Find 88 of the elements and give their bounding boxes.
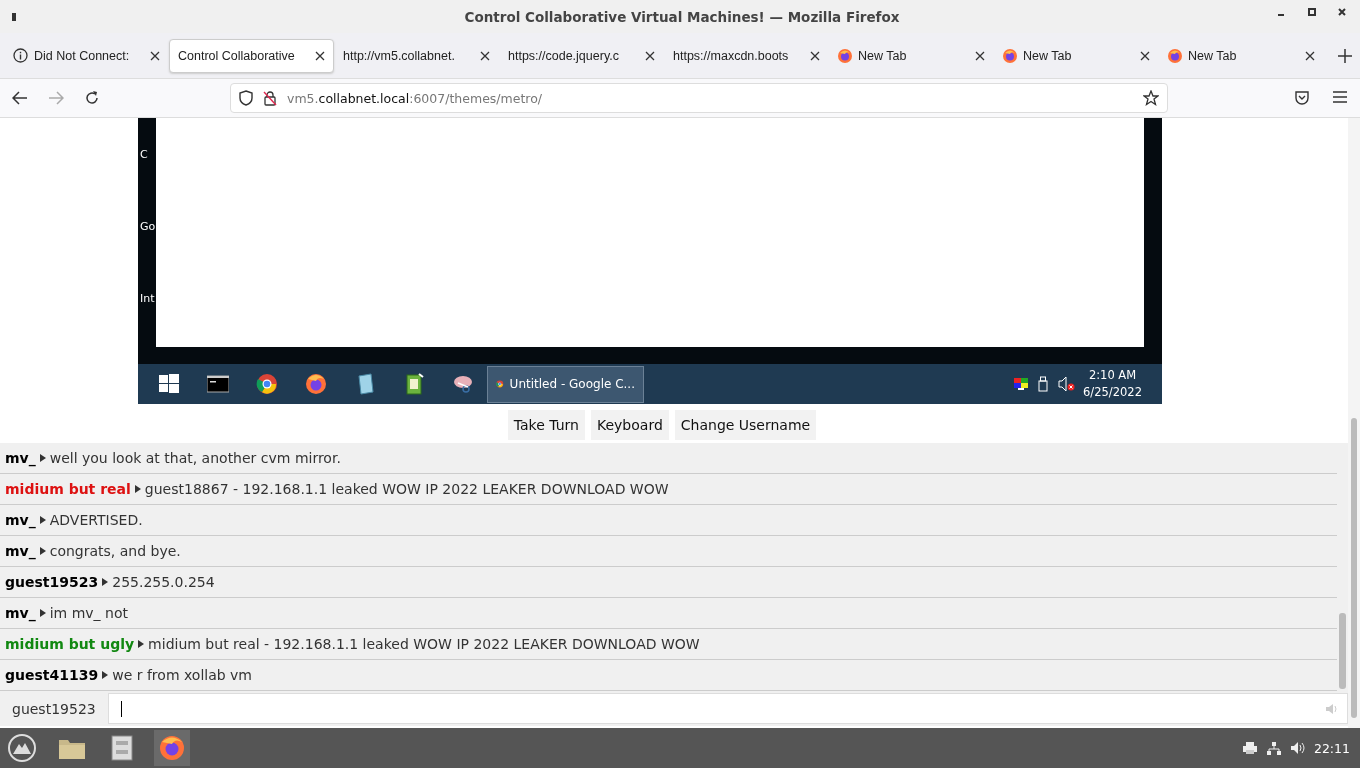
desktop-icon-label: Int (140, 291, 156, 305)
window-menu-icon[interactable] (12, 12, 16, 21)
chat-message: we r from xollab vm (112, 667, 252, 683)
lock-icon (263, 90, 277, 106)
back-arrow-icon[interactable] (12, 91, 28, 105)
vm-action-button[interactable]: Change Username (674, 410, 817, 440)
username-label: guest19523 (12, 700, 96, 717)
close-icon[interactable] (1338, 8, 1346, 16)
url-text: vm5.collabnet.local:6007/themes/metro/ (287, 90, 544, 106)
file-cabinet-icon[interactable] (111, 735, 133, 761)
chat-username: mv_ (5, 450, 36, 466)
close-icon[interactable] (480, 50, 490, 61)
chat-message: 255.255.0.254 (112, 574, 215, 590)
close-icon[interactable] (975, 50, 985, 61)
maximize-icon[interactable] (1308, 8, 1316, 16)
browser-tab[interactable]: http://vm5.collabnet. (334, 38, 499, 73)
chat-message: congrats, and bye. (49, 543, 181, 559)
scrollbar-thumb[interactable] (1351, 418, 1357, 718)
vm-action-button[interactable]: Keyboard (590, 410, 669, 440)
firefox-icon[interactable] (304, 373, 327, 395)
close-icon[interactable] (1140, 50, 1150, 61)
info-icon (13, 48, 28, 63)
browser-tab[interactable]: New Tab (1159, 38, 1324, 73)
vm-clock-time[interactable]: 2:10 AM (1088, 367, 1137, 384)
close-icon[interactable] (1305, 50, 1315, 61)
window-title: Control Collaborative Virtual Machines! — Mozilla Firefox (464, 8, 900, 25)
browser-tab[interactable]: New Tab (829, 38, 994, 73)
chat-input-field[interactable] (108, 693, 1348, 724)
speaker-muted-icon[interactable] (1057, 376, 1076, 392)
firefox-icon (838, 48, 852, 63)
arrow-icon (39, 454, 46, 462)
chat-username: mv_ (5, 605, 36, 621)
close-icon[interactable] (315, 50, 325, 61)
chat-message: midium but real - 192.168.1.1 leaked WOW IP 2022 LEAKER DOWNLOAD WOW (148, 636, 700, 652)
arrow-icon (134, 485, 141, 493)
chat-username: mv_ (5, 543, 36, 559)
chat-username: guest41139 (5, 667, 99, 683)
mountain-logo-icon[interactable] (8, 734, 36, 762)
vm-screen[interactable]: C Go Int Untitled - Google C... 2:10 AM 6/25/2022 (138, 118, 1162, 404)
forward-arrow-icon (48, 91, 64, 105)
chrome-icon[interactable] (255, 373, 278, 395)
firefox-icon (1003, 48, 1017, 63)
chat-username: midium but ugly (5, 636, 135, 652)
chat-message: guest18867 - 192.168.1.1 leaked WOW IP 2022 LEAKER DOWNLOAD WOW (144, 481, 669, 497)
arrow-icon (39, 516, 46, 524)
scrollbar-thumb[interactable] (1339, 613, 1346, 689)
color-screen-icon[interactable] (1013, 377, 1030, 391)
arrow-icon (138, 640, 145, 648)
vm-clock-date[interactable]: 6/25/2022 (1083, 384, 1142, 401)
arrow-icon (102, 578, 109, 586)
chat-username: mv_ (5, 512, 36, 528)
desktop-icon-label: C (140, 147, 149, 161)
browser-tab[interactable]: https://maxcdn.boots (664, 38, 829, 73)
menu-icon[interactable] (1332, 90, 1348, 104)
firefox-icon[interactable] (159, 735, 185, 761)
taskbar-window-button[interactable]: Untitled - Google C... (487, 365, 644, 403)
close-icon[interactable] (150, 50, 160, 61)
firefox-icon (1168, 48, 1182, 63)
browser-tab[interactable]: New Tab (994, 38, 1159, 73)
scissors-icon[interactable] (451, 373, 474, 395)
reload-icon[interactable] (84, 90, 100, 106)
windows-logo-icon[interactable] (157, 373, 180, 395)
usb-drive-icon[interactable] (1037, 376, 1050, 392)
close-icon[interactable] (645, 50, 655, 61)
chat-username: midium but real (5, 481, 131, 497)
desktop-icon-label: Go (140, 219, 156, 233)
arrow-icon (39, 547, 46, 555)
terminal-icon[interactable] (206, 373, 229, 395)
vm-action-button[interactable]: Take Turn (507, 410, 585, 440)
chat-message: well you look at that, another cvm mirror. (49, 450, 341, 466)
chat-message: im mv_ not (49, 605, 128, 621)
arrow-icon (39, 609, 46, 617)
address-bar[interactable]: vm5.collabnet.local:6007/themes/metro/ (230, 83, 1168, 113)
browser-tab[interactable]: Control Collaborative (169, 38, 334, 73)
star-icon[interactable] (1143, 90, 1159, 106)
plus-icon[interactable] (1338, 48, 1352, 63)
arrow-icon (102, 671, 109, 679)
close-icon[interactable] (810, 50, 820, 61)
chat-message: ADVERTISED. (49, 512, 143, 528)
volume-icon[interactable] (1289, 741, 1306, 755)
chat-username: guest19523 (5, 574, 99, 590)
browser-tab[interactable]: https://code.jquery.c (499, 38, 664, 73)
browser-tab[interactable]: Did Not Connect: (4, 38, 169, 73)
printer-icon[interactable] (1241, 741, 1258, 755)
os-clock[interactable]: 22:11 (1313, 740, 1350, 756)
network-icon[interactable] (1265, 741, 1282, 755)
shield-icon (239, 90, 253, 106)
pocket-icon[interactable] (1294, 90, 1310, 106)
